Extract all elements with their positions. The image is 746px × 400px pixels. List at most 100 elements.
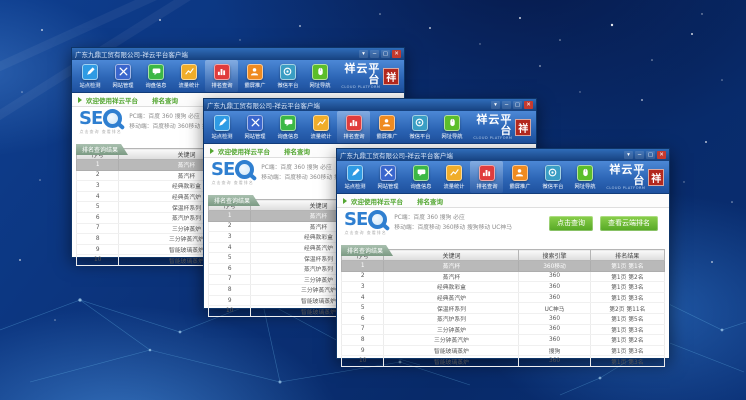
table-row[interactable]: 10智能玻璃蒸炉360第1页 第3名 (342, 356, 665, 367)
title-bar[interactable]: 广东九鼎工贸有限公司-祥云平台客户端 ▾ ─ ▢ ✕ (204, 99, 536, 111)
table-row[interactable]: 5保温杯系列UC神马第2页 第11名 (342, 303, 665, 314)
title-bar[interactable]: 广东九鼎工贸有限公司-祥云平台客户端 ▾ ─ ▢ ✕ (72, 48, 404, 60)
cell-no: 4 (342, 292, 384, 303)
seo-tagline: 点击查询 查看排名 (211, 180, 253, 186)
toolbar-item-site-manage[interactable]: 网站管理 (372, 161, 405, 193)
toolbar-item-site-check[interactable]: 站点检测 (206, 111, 239, 143)
toolbar-item-inquiry[interactable]: 询盘信息 (140, 60, 173, 92)
title-bar[interactable]: 广东九鼎工贸有限公司-祥云平台客户端 ▾ ─ ▢ ✕ (337, 149, 669, 161)
toolbar-item-site-check[interactable]: 站点检测 (74, 60, 107, 92)
tools-icon (247, 115, 263, 131)
cell-no: 8 (77, 234, 119, 245)
minimize-button[interactable]: ─ (635, 151, 644, 159)
query-button[interactable]: 点击查询 (549, 216, 593, 231)
toolbar-item-nav[interactable]: 网址导航 (436, 111, 469, 143)
cell-engine: 360 (519, 282, 590, 293)
toolbar-item-traffic[interactable]: 流量统计 (305, 111, 338, 143)
cell-keyword: 经典款彩盒 (384, 282, 519, 293)
close-button[interactable]: ✕ (657, 151, 666, 159)
window-controls: ▾ ─ ▢ ✕ (359, 50, 401, 58)
toolbar-item-site-manage[interactable]: 网站管理 (239, 111, 272, 143)
header-keyword: 关键词 (384, 250, 519, 261)
skin-button[interactable]: ▾ (359, 50, 368, 58)
toolbar-item-wechat[interactable]: 微信平台 (271, 60, 304, 92)
skin-button[interactable]: ▾ (491, 101, 500, 109)
toolbar-item-nav[interactable]: 网址导航 (569, 161, 602, 193)
toolbar-item-ranking[interactable]: 排名查询 (205, 60, 238, 92)
toolbar-item-traffic[interactable]: 流量统计 (438, 161, 471, 193)
user-icon (379, 115, 395, 131)
toolbar-item-site-check[interactable]: 站点检测 (339, 161, 372, 193)
maximize-button[interactable]: ▢ (381, 50, 390, 58)
toolbar-item-ranking[interactable]: 排名查询 (337, 111, 370, 143)
toolbar-item-traffic[interactable]: 流量统计 (173, 60, 206, 92)
pc-engines-line: PC端：百度 360 搜狗 必应 (394, 213, 512, 223)
seo-logo: SE 点击查询 查看排名 (79, 109, 122, 135)
window-controls: ▾ ─ ▢ ✕ (624, 151, 666, 159)
close-button[interactable]: ✕ (524, 101, 533, 109)
toolbar-item-site-manage[interactable]: 网站管理 (107, 60, 140, 92)
breadcrumb: 欢迎使用祥云平台 排名查询 (337, 194, 669, 208)
magnifier-icon (235, 160, 254, 179)
table-row[interactable]: 1蒸汽杯360移动第1页 第1名 (342, 261, 665, 272)
skin-button[interactable]: ▾ (624, 151, 633, 159)
table-row[interactable]: 4经典蒸汽炉360第1页 第3名 (342, 292, 665, 303)
toolbar-item-wechat[interactable]: 微信平台 (536, 161, 569, 193)
seo-tagline: 点击查询 查看排名 (344, 230, 386, 236)
window-title: 广东九鼎工贸有限公司-祥云平台客户端 (207, 100, 491, 110)
toolbar-item-promotion[interactable]: 霸屏推广 (503, 161, 536, 193)
close-button[interactable]: ✕ (392, 50, 401, 58)
table-row[interactable]: 6蒸汽炉系列360第1页 第5名 (342, 313, 665, 324)
table-row[interactable]: 3经典款彩盒360第1页 第3名 (342, 282, 665, 293)
cloud-ranking-button[interactable]: 查看云端排名 (600, 216, 658, 231)
main-toolbar: 站点检测 网站管理 询盘信息 流量统计 排名查询 霸屏推广 (204, 111, 536, 144)
minimize-button[interactable]: ─ (370, 50, 379, 58)
table-body: 1蒸汽杯360移动第1页 第1名2蒸汽杯360第1页 第2名3经典款彩盒360第… (342, 261, 665, 367)
seo-logo-text: SE (344, 211, 367, 229)
tab-row: 排名查询结果 (337, 238, 669, 249)
brand-subtitle: CLOUD PLATFORM (602, 187, 645, 191)
seo-logo: SE 点击查询 查看排名 (211, 160, 254, 186)
table-row[interactable]: 9智能玻璃蒸炉搜狗第1页 第3名 (342, 345, 665, 356)
table-row[interactable]: 8三分钟蒸汽炉360第1页 第2名 (342, 335, 665, 346)
cell-no: 7 (209, 274, 251, 285)
table-row[interactable]: 7三分钟蒸炉360第1页 第3名 (342, 324, 665, 335)
message-icon (413, 165, 429, 181)
cell-no: 3 (342, 282, 384, 293)
cell-rank: 第1页 第2名 (590, 335, 664, 346)
desktop: 广东九鼎工贸有限公司-祥云平台客户端 ▾ ─ ▢ ✕ 站点检测 网站管理 询盘信… (0, 0, 746, 400)
results-table: 序号 关键词 搜索引擎 排名结果 1蒸汽杯360移动第1页 第1名2蒸汽杯360… (341, 249, 665, 367)
cell-rank: 第1页 第2名 (590, 271, 664, 282)
cell-engine: 360移动 (519, 261, 590, 272)
breadcrumb-section: 排名查询 (417, 196, 443, 206)
breadcrumb-welcome: 欢迎使用祥云平台 (351, 196, 403, 206)
cell-engine: 360 (519, 292, 590, 303)
toolbar-item-inquiry[interactable]: 询盘信息 (405, 161, 438, 193)
toolbar-item-inquiry[interactable]: 询盘信息 (272, 111, 305, 143)
toolbar-item-nav[interactable]: 网址导航 (304, 60, 337, 92)
seo-logo-text: SE (211, 161, 234, 179)
cell-no: 2 (342, 271, 384, 282)
cell-no: 6 (77, 212, 119, 223)
flag-icon (78, 97, 82, 103)
cell-engine: 360 (519, 356, 590, 367)
table-row[interactable]: 2蒸汽杯360第1页 第2名 (342, 271, 665, 282)
maximize-button[interactable]: ▢ (513, 101, 522, 109)
toolbar-item-promotion[interactable]: 霸屏推广 (370, 111, 403, 143)
toolbar-item-promotion[interactable]: 霸屏推广 (238, 60, 271, 92)
tab-ranking-results[interactable]: 排名查询结果 (76, 144, 128, 155)
maximize-button[interactable]: ▢ (646, 151, 655, 159)
action-buttons: 点击查询 查看云端排名 (549, 216, 662, 231)
toolbar-item-wechat[interactable]: 微信平台 (403, 111, 436, 143)
toolbar-item-ranking[interactable]: 排名查询 (470, 161, 503, 193)
tab-ranking-results[interactable]: 排名查询结果 (208, 195, 260, 206)
mouse-icon (444, 115, 460, 131)
cell-rank: 第1页 第3名 (590, 356, 664, 367)
window-controls: ▾ ─ ▢ ✕ (491, 101, 533, 109)
cell-no: 2 (77, 170, 119, 181)
cell-keyword: 三分钟蒸炉 (384, 324, 519, 335)
cell-no: 5 (209, 253, 251, 264)
minimize-button[interactable]: ─ (502, 101, 511, 109)
tab-ranking-results[interactable]: 排名查询结果 (341, 245, 393, 256)
cell-keyword: 蒸汽杯 (384, 271, 519, 282)
